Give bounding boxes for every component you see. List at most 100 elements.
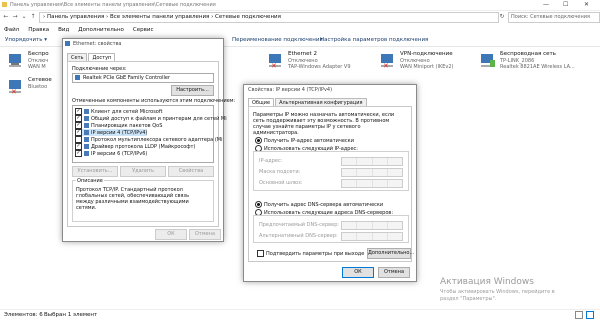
activation-watermark-title: Активация Windows: [440, 277, 534, 287]
alternate-dns-label: Альтернативный DNS-сервер:: [259, 233, 338, 239]
connection-item[interactable]: ✕ VPN-подключение Отключено WAN Miniport…: [380, 51, 490, 73]
component-icon: [84, 130, 89, 135]
auto-ip-label: Получить IP-адрес автоматически: [264, 137, 354, 144]
connection-item[interactable]: ✕ Ethernet 2 Отключено TAP-Windows Adapt…: [268, 51, 378, 73]
dialog-title: Свойства: IP версии 4 (TCP/IPv4): [248, 87, 333, 93]
menu-tools[interactable]: Сервис: [133, 27, 154, 33]
subnet-mask-label: Маска подсети:: [259, 169, 301, 175]
confirm-on-exit-option[interactable]: Подтвердить параметры при выходе: [257, 250, 364, 257]
component-checkbox[interactable]: [75, 115, 82, 122]
activation-watermark-text: Чтобы активировать Windows, перейдите в …: [440, 289, 555, 303]
description-text: Протокол TCP/IP. Стандартный протокол гл…: [76, 187, 190, 211]
connect-via-label: Подключение через:: [72, 66, 127, 72]
cancel-button[interactable]: Отмена: [378, 267, 410, 278]
connection-name: Беспроводная сеть: [500, 51, 556, 57]
menu-bar: Файл Правка Вид Дополнительно Сервис: [0, 25, 600, 34]
ip-address-field[interactable]: [341, 157, 403, 166]
components-list[interactable]: Клиент для сетей Microsoft Общий доступ …: [72, 105, 227, 163]
component-checkbox[interactable]: [75, 122, 82, 129]
back-arrow-icon[interactable]: ←: [2, 12, 10, 21]
recent-chevron-icon[interactable]: ⌄: [20, 12, 28, 21]
auto-ip-radio[interactable]: [255, 137, 262, 144]
subnet-mask-field[interactable]: [341, 168, 403, 177]
address-input[interactable]: › Панель управления › Все элементы панел…: [39, 12, 499, 23]
details-view-icon[interactable]: [575, 311, 583, 319]
minimize-button[interactable]: —: [543, 1, 549, 8]
ok-button[interactable]: ОК: [342, 267, 374, 278]
svg-text:✕: ✕: [11, 88, 17, 94]
connection-device: TAP-Windows Adapter V9: [288, 64, 351, 70]
install-button[interactable]: Установить...: [72, 166, 118, 177]
component-checkbox[interactable]: [75, 150, 82, 157]
menu-edit[interactable]: Правка: [28, 27, 49, 33]
gateway-field[interactable]: [341, 179, 403, 188]
network-adapter-icon: [65, 41, 70, 46]
confirm-label: Подтвердить параметры при выходе: [266, 250, 365, 257]
change-settings-button[interactable]: Настройка параметров подключения: [320, 37, 428, 43]
connection-name: Ethernet 2: [288, 51, 317, 57]
network-adapter-icon: [8, 53, 24, 68]
forward-arrow-icon[interactable]: →: [11, 12, 19, 21]
component-icon: [84, 123, 89, 128]
search-input[interactable]: Поиск: Сетевые подключения: [508, 12, 600, 23]
connection-device: Realtek 8821AE Wireless LA...: [500, 64, 575, 70]
element-count: Элементов: 6: [4, 312, 43, 318]
connection-status: Bluetoo: [28, 84, 48, 90]
cancel-button[interactable]: Отмена: [189, 229, 221, 240]
component-label: Драйвер протокола LLDP (Майкрософт): [91, 143, 196, 150]
alternate-dns-field[interactable]: [341, 232, 403, 241]
window-titlebar: Панель управления\Все элементы панели уп…: [0, 0, 600, 11]
auto-ip-option[interactable]: Получить IP-адрес автоматически: [255, 137, 354, 144]
maximize-button[interactable]: ☐: [563, 1, 568, 8]
close-button[interactable]: ✕: [584, 1, 589, 8]
component-label: IP версии 6 (TCP/IPv6): [91, 150, 148, 157]
component-checkbox[interactable]: [75, 143, 82, 150]
rename-connection-button[interactable]: Переименование подключения: [232, 37, 323, 43]
component-label: Клиент для сетей Microsoft: [91, 108, 163, 115]
menu-view[interactable]: Вид: [58, 27, 69, 33]
network-adapter-icon: ✕: [380, 53, 396, 70]
component-checkbox[interactable]: [75, 136, 82, 143]
properties-button[interactable]: Свойства: [168, 166, 214, 177]
component-label: IP версии 4 (TCP/IPv4): [91, 129, 148, 136]
menu-file[interactable]: Файл: [4, 27, 19, 33]
preferred-dns-label: Предпочитаемый DNS-сервер:: [259, 222, 340, 228]
svg-text:✕: ✕: [383, 62, 389, 68]
connection-name: Беспро: [28, 51, 49, 57]
connection-device: WAN Miniport (IKEv2): [400, 64, 454, 70]
activation-watermark-line: Чтобы активировать Windows, перейдите в: [440, 289, 555, 295]
organize-button[interactable]: Упорядочить ▾: [5, 37, 47, 43]
svg-text:✕: ✕: [271, 62, 277, 68]
configure-button[interactable]: Настроить...: [171, 85, 214, 96]
list-item[interactable]: Драйвер протокола LLDP (Майкрософт): [75, 143, 195, 150]
confirm-checkbox[interactable]: [257, 250, 264, 257]
auto-dns-radio[interactable]: [255, 201, 262, 208]
list-item[interactable]: Планировщик пакетов QoS: [75, 122, 162, 129]
component-checkbox[interactable]: [75, 129, 82, 136]
list-item[interactable]: IP версии 6 (TCP/IPv6): [75, 150, 147, 157]
activation-watermark-line: раздел "Параметры".: [440, 296, 497, 302]
description-title: Описание: [76, 178, 104, 184]
network-adapter-icon: [75, 75, 80, 80]
list-item[interactable]: Общий доступ к файлам и принтерам для се…: [75, 115, 227, 122]
intro-text: Параметры IP можно назначать автоматичес…: [253, 112, 395, 136]
list-item[interactable]: IP версии 4 (TCP/IPv4): [75, 129, 148, 136]
status-bar: Элементов: 6 Выбран 1 элемент: [0, 309, 600, 321]
component-label: Протокол мультиплексора сетевого адаптер…: [91, 136, 223, 143]
component-checkbox[interactable]: [75, 108, 82, 115]
advanced-button[interactable]: Дополнительно...: [367, 248, 414, 259]
auto-dns-option[interactable]: Получить адрес DNS-сервера автоматически: [255, 201, 383, 208]
up-arrow-icon[interactable]: ↑: [29, 12, 37, 21]
refresh-icon[interactable]: ↻: [498, 12, 506, 21]
tiles-view-icon[interactable]: [586, 311, 594, 319]
ethernet-properties-dialog: Ethernet: свойства Сеть Доступ Подключен…: [62, 38, 235, 242]
ok-button[interactable]: ОК: [155, 229, 187, 240]
connection-item[interactable]: Беспроводная сеть TP-LINK_2086 Realtek 8…: [480, 51, 590, 73]
list-item[interactable]: Клиент для сетей Microsoft: [75, 108, 163, 115]
menu-advanced[interactable]: Дополнительно: [78, 27, 124, 33]
gateway-label: Основной шлюз:: [259, 180, 303, 186]
list-item[interactable]: Протокол мультиплексора сетевого адаптер…: [75, 136, 222, 143]
preferred-dns-field[interactable]: [341, 221, 403, 230]
remove-button[interactable]: Удалить: [120, 166, 166, 177]
wifi-icon: [480, 53, 496, 68]
